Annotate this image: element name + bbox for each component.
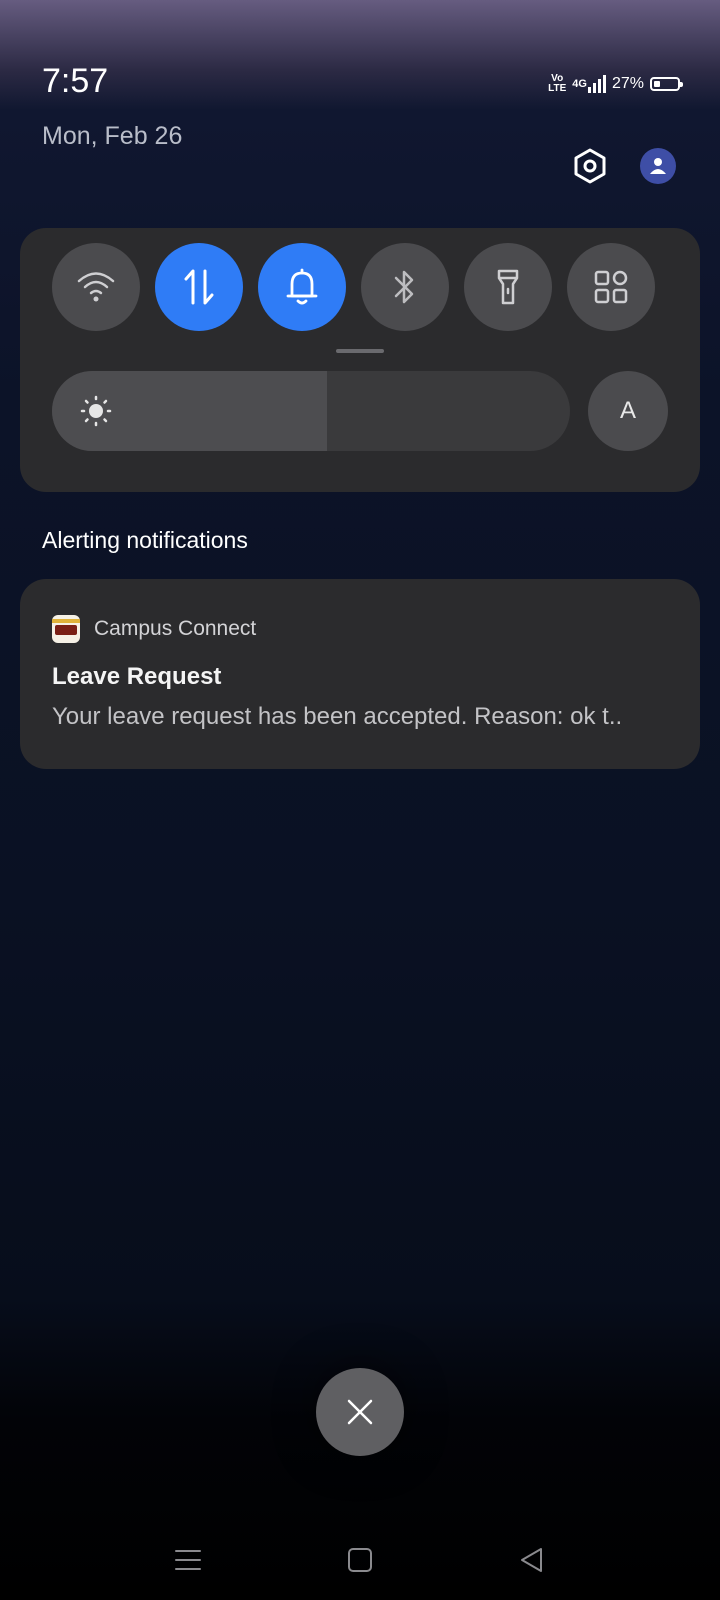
settings-gear-icon[interactable] — [570, 146, 610, 186]
edit-tiles-tile[interactable] — [567, 243, 655, 331]
menu-icon — [175, 1550, 201, 1570]
brightness-slider[interactable] — [52, 371, 570, 451]
status-icons: Vo LTE 4G 27% — [548, 70, 683, 98]
data-transfer-icon — [184, 269, 214, 305]
brightness-sun-icon — [80, 395, 112, 427]
notification-title: Leave Request — [52, 663, 222, 690]
close-icon — [347, 1399, 373, 1425]
notifications-section-title: Alerting notifications — [42, 527, 248, 553]
home-square-icon — [348, 1548, 372, 1572]
bluetooth-icon — [394, 270, 414, 304]
grid-icon — [594, 270, 628, 304]
panel-drag-handle[interactable] — [336, 349, 384, 353]
battery-percent: 27% — [611, 75, 644, 92]
battery-icon — [650, 77, 683, 91]
network-type-label: 4G — [572, 78, 587, 90]
flashlight-tile[interactable] — [464, 243, 552, 331]
flashlight-icon — [497, 269, 519, 305]
auto-brightness-button[interactable]: A — [588, 371, 668, 451]
back-button[interactable] — [512, 1540, 552, 1580]
notification-body: Your leave request has been accepted. Re… — [52, 703, 623, 730]
bell-icon — [286, 268, 318, 305]
volte-icon: Vo LTE — [548, 73, 567, 94]
mobile-signal-icon: 4G — [572, 75, 606, 93]
back-triangle-icon — [521, 1548, 542, 1572]
notification-card[interactable]: Campus Connect Leave Request Your leave … — [20, 579, 700, 769]
home-button[interactable] — [340, 1540, 380, 1580]
notification-app-name: Campus Connect — [94, 617, 257, 640]
user-avatar-icon[interactable] — [640, 148, 676, 184]
status-clock: 7:57 — [42, 62, 109, 100]
bluetooth-tile[interactable] — [361, 243, 449, 331]
navigation-bar — [0, 1500, 720, 1600]
menu-button[interactable] — [168, 1540, 208, 1580]
quick-settings-panel: A — [20, 228, 700, 492]
wifi-icon — [77, 272, 115, 302]
dismiss-all-button[interactable] — [316, 1368, 404, 1456]
wifi-tile[interactable] — [52, 243, 140, 331]
campus-connect-app-icon — [52, 615, 80, 643]
sound-tile[interactable] — [258, 243, 346, 331]
date-label: Mon, Feb 26 — [42, 122, 183, 150]
mobile-data-tile[interactable] — [155, 243, 243, 331]
